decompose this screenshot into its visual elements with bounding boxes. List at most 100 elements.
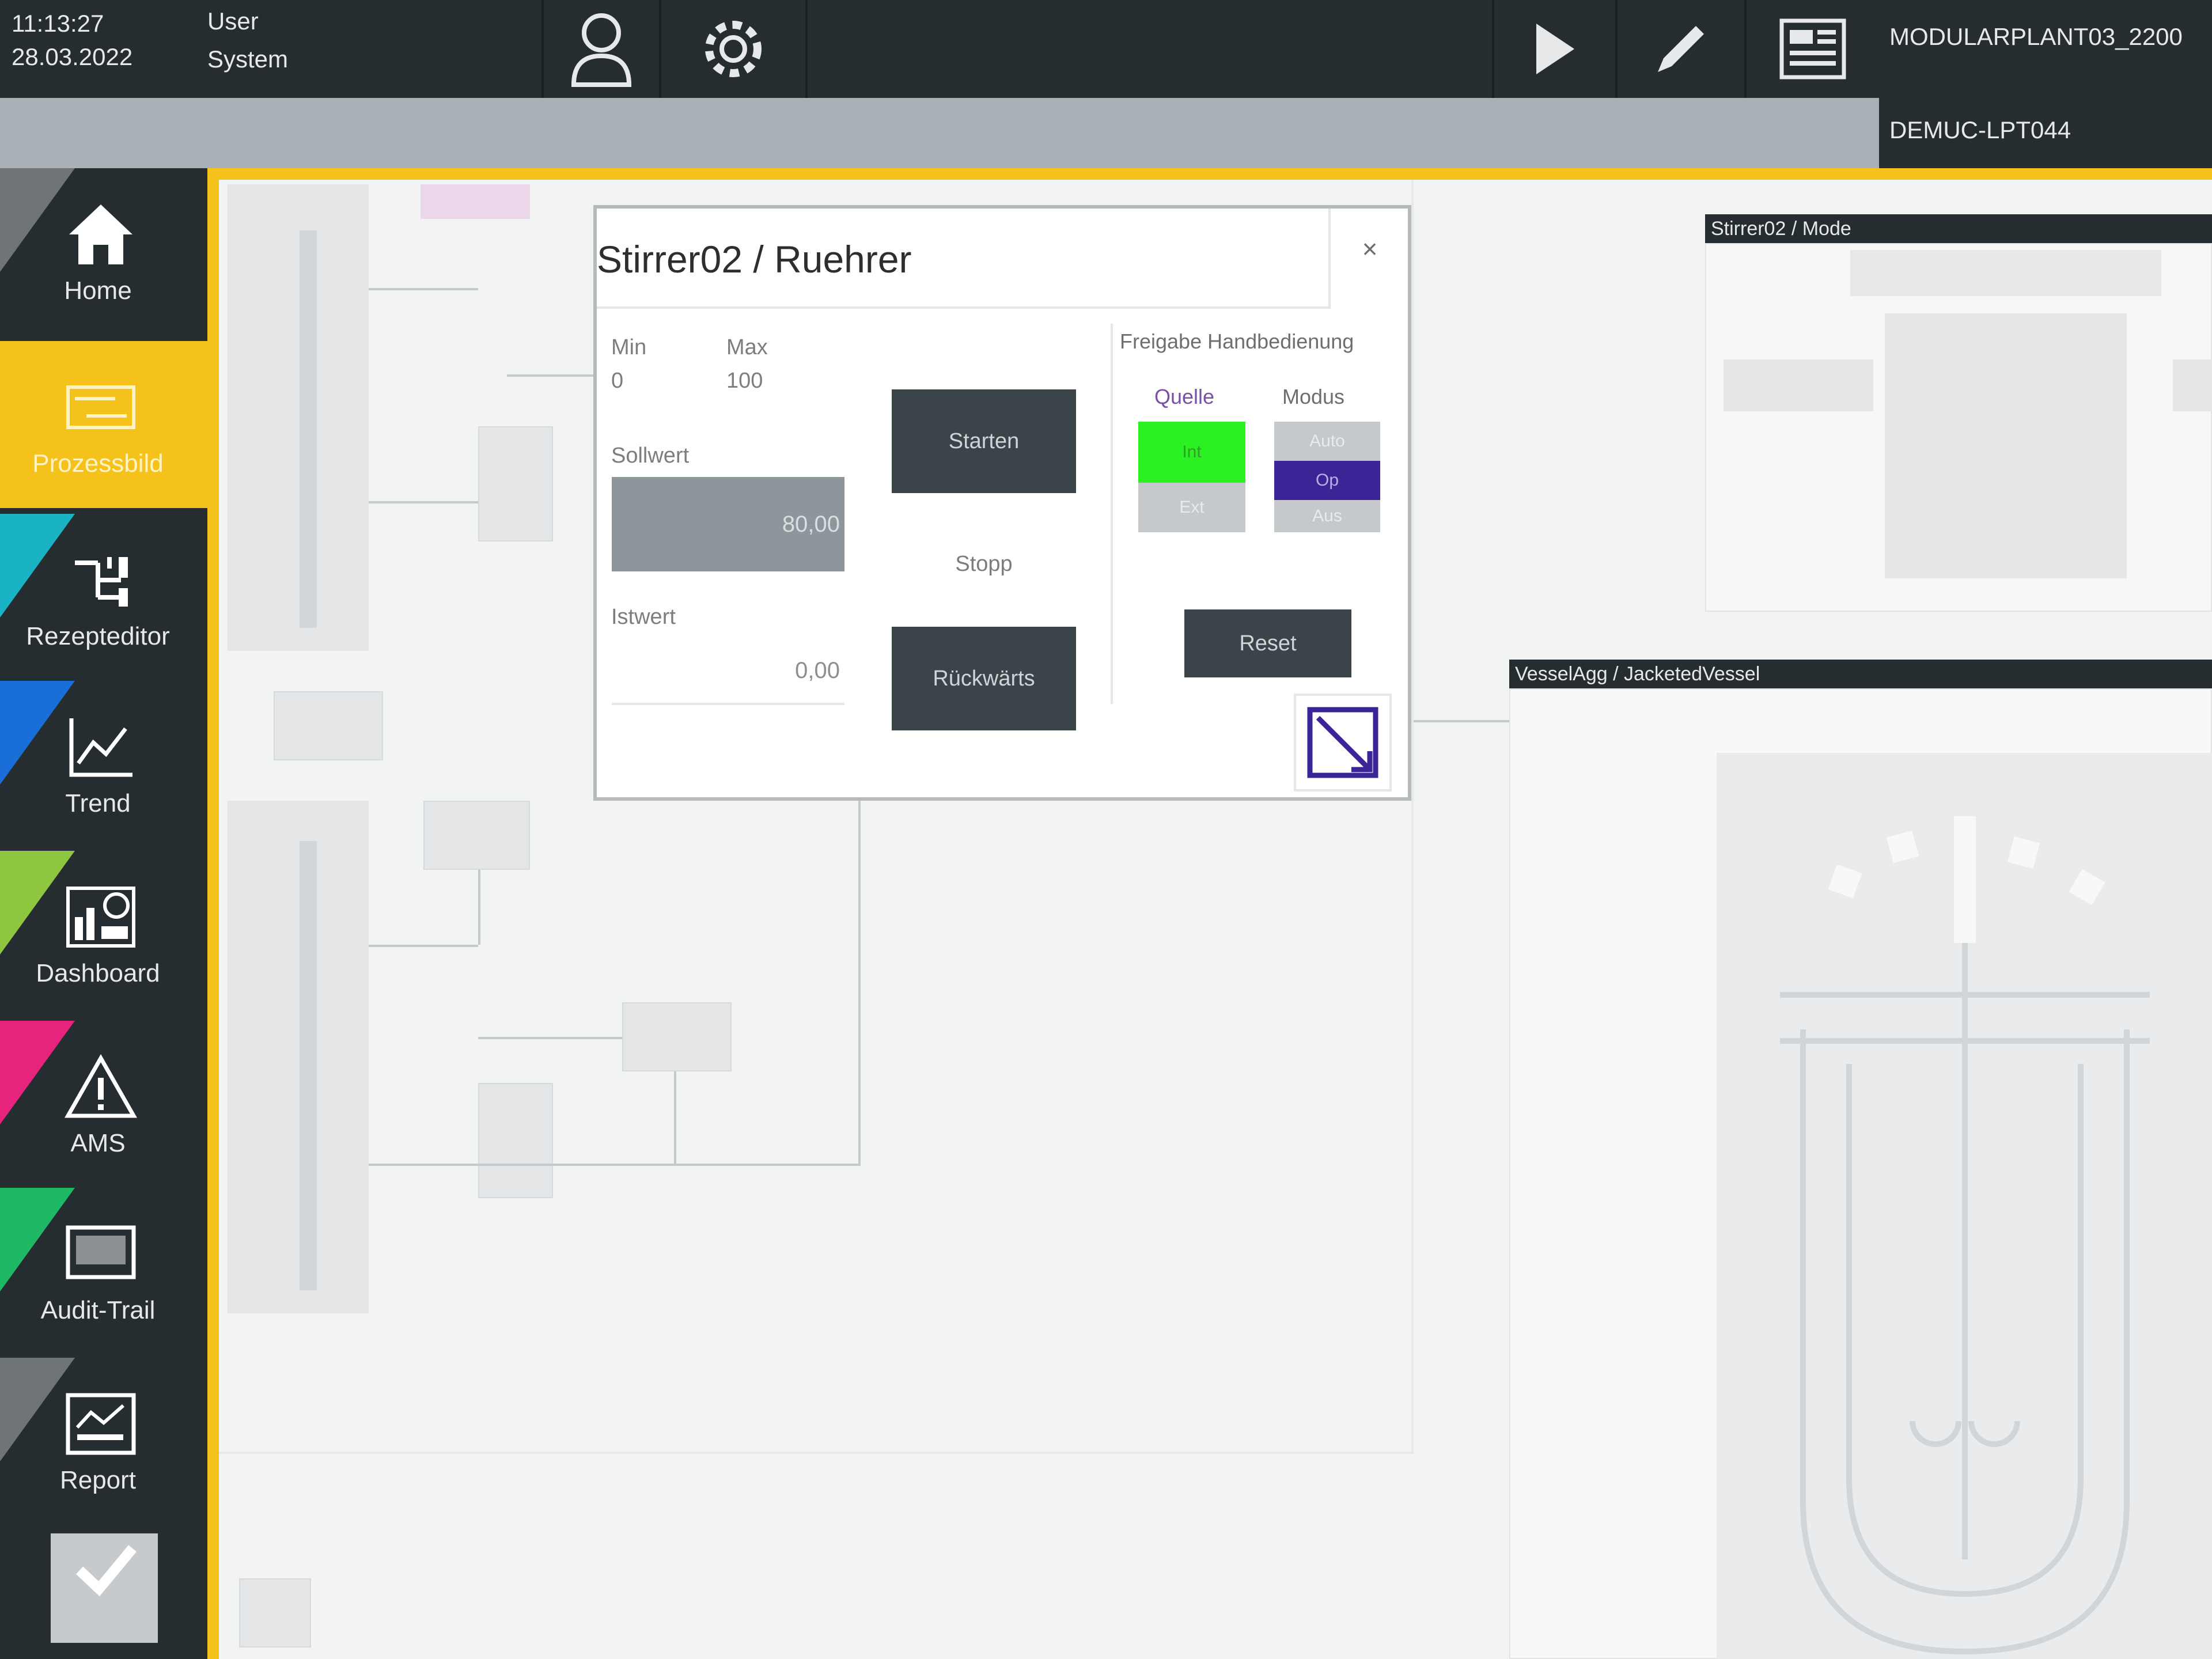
- divider: [1111, 324, 1113, 704]
- process-element[interactable]: [622, 1002, 732, 1071]
- screen-button[interactable]: [1747, 0, 1879, 98]
- pipe: [369, 288, 478, 290]
- close-button[interactable]: ×: [1353, 232, 1387, 266]
- process-bar: [300, 841, 317, 1290]
- sidebar-item-trend[interactable]: Trend: [0, 681, 207, 848]
- divider: [805, 0, 808, 98]
- process-label: [421, 184, 530, 219]
- actual-value-field: 0,00: [612, 636, 844, 705]
- edit-button[interactable]: [1618, 0, 1744, 98]
- pipe: [478, 1037, 622, 1039]
- mini-field: [1724, 359, 1873, 411]
- user-button[interactable]: [544, 0, 659, 98]
- pipe: [369, 501, 478, 503]
- sidebar-item-process-image[interactable]: Prozessbild: [0, 341, 207, 508]
- mode-option-op[interactable]: Op: [1274, 461, 1380, 500]
- sidebar-item-recipe-editor[interactable]: Rezepteditor: [0, 514, 207, 681]
- sidebar-item-label: Trend: [65, 789, 131, 817]
- sidebar-item-ams[interactable]: AMS: [0, 1021, 207, 1188]
- plant-name: MODULARPLANT03_2200: [1889, 23, 2183, 50]
- process-column-top: [228, 184, 369, 651]
- pipe: [507, 374, 593, 377]
- sidebar-item-label: Home: [64, 276, 132, 305]
- accent-line: [207, 168, 2212, 180]
- user-label: User: [207, 7, 259, 35]
- sidebar-item-label: Prozessbild: [32, 449, 164, 478]
- recipe-icon: [58, 537, 144, 623]
- sidebar-item-audit-trail[interactable]: Audit-Trail: [0, 1188, 207, 1355]
- user-value: System: [207, 46, 289, 73]
- mini-faceplate-top-header[interactable]: Stirrer02 / Mode: [1705, 214, 2212, 243]
- mini-faceplate-bottom: [1509, 688, 2212, 1659]
- sidebar-item-label: Report: [59, 1466, 137, 1494]
- reset-button[interactable]: Reset: [1184, 609, 1351, 677]
- min-label: Min: [611, 335, 647, 359]
- sidebar: Home Prozessbild Rezepteditor Trend Dash…: [0, 168, 207, 1659]
- audit-trail-icon: [58, 1211, 144, 1297]
- max-label: Max: [726, 335, 768, 359]
- settings-button[interactable]: [661, 0, 805, 98]
- gear-icon: [705, 21, 762, 77]
- pipe: [478, 870, 480, 945]
- sidebar-item-label: AMS: [70, 1129, 126, 1157]
- pipe: [674, 1071, 676, 1164]
- source-option-int[interactable]: Int: [1138, 422, 1245, 483]
- brand-logo: [51, 1533, 158, 1643]
- reverse-button[interactable]: Rückwärts: [892, 627, 1076, 730]
- page: { "header": { "time": "11:13:27", "date"…: [0, 0, 2212, 1659]
- pipe: [858, 801, 861, 1166]
- clock-time: 11:13:27: [12, 10, 104, 37]
- status-text: Stopp: [955, 552, 1013, 576]
- station-bar: DEMUC-LPT044: [1879, 98, 2212, 168]
- process-element[interactable]: [478, 426, 553, 541]
- setpoint-label: Sollwert: [611, 444, 690, 468]
- play-button[interactable]: [1494, 0, 1615, 98]
- mode-option-auto[interactable]: Auto: [1274, 422, 1380, 461]
- sidebar-item-report[interactable]: Report: [0, 1358, 207, 1525]
- trend-icon: [58, 704, 144, 790]
- process-element[interactable]: [274, 691, 383, 760]
- process-image-icon: [58, 364, 144, 450]
- report-icon: [58, 1381, 144, 1467]
- user-info: User System: [207, 2, 288, 78]
- vessel-drawing: [1780, 816, 2150, 1655]
- canvas-border: [1411, 180, 1414, 1454]
- resize-diagonal-icon: [1307, 707, 1378, 778]
- source-option-ext[interactable]: Ext: [1138, 483, 1245, 532]
- process-element[interactable]: [423, 801, 530, 870]
- station-name: DEMUC-LPT044: [1889, 116, 2071, 143]
- setpoint-input[interactable]: 80,00: [612, 477, 844, 571]
- play-icon: [1536, 24, 1574, 74]
- mode-option-off[interactable]: Aus: [1274, 500, 1380, 532]
- max-value: 100: [726, 369, 763, 393]
- dialog-title: Stirrer02 / Ruehrer: [597, 238, 912, 281]
- min-value: 0: [611, 369, 624, 393]
- user-icon: [571, 13, 632, 87]
- sidebar-item-label: Audit-Trail: [40, 1296, 156, 1324]
- mini-faceplate-top: [1705, 243, 2212, 612]
- dashboard-icon: [58, 874, 144, 960]
- sidebar-item-home[interactable]: Home: [0, 168, 207, 335]
- mini-faceplate-title: Stirrer02 / Mode: [1711, 218, 1851, 240]
- pencil-icon: [1658, 26, 1704, 72]
- mini-drawing: [1885, 313, 2127, 578]
- source-label: Quelle: [1154, 385, 1215, 408]
- actual-value-label: Istwert: [611, 605, 676, 629]
- sidebar-item-dashboard[interactable]: Dashboard: [0, 851, 207, 1018]
- sidebar-accent: [207, 168, 219, 1659]
- manual-release-label: Freigabe Handbedienung: [1120, 329, 1354, 353]
- sidebar-item-label: Rezepteditor: [26, 622, 170, 650]
- pipe: [369, 945, 478, 947]
- process-element[interactable]: [239, 1578, 311, 1647]
- pipe: [369, 1164, 858, 1166]
- sub-header-bar: [0, 98, 1879, 168]
- resize-button[interactable]: [1294, 694, 1392, 791]
- process-column-bottom: [228, 801, 369, 1313]
- clock-date: 28.03.2022: [12, 43, 133, 70]
- process-element[interactable]: [478, 1083, 553, 1198]
- warning-icon: [58, 1044, 144, 1130]
- mini-faceplate-bottom-header[interactable]: VesselAgg / JacketedVessel: [1509, 660, 2212, 688]
- divider: [1328, 209, 1331, 309]
- start-button[interactable]: Starten: [892, 389, 1076, 493]
- pipe: [1414, 720, 1512, 722]
